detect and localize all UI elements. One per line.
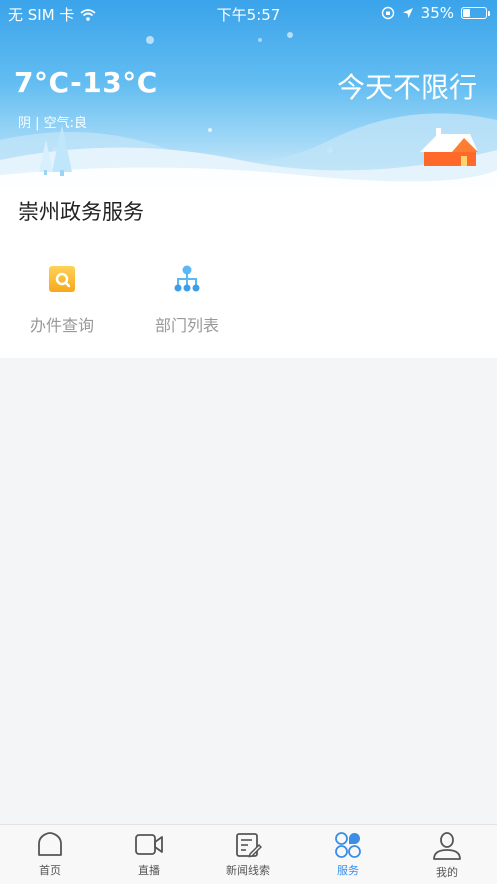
carrier-label: 无 SIM 卡 [8,6,75,24]
services-grid-icon [335,832,361,858]
video-camera-icon [135,834,163,855]
news-edit-icon [236,833,262,858]
wifi-icon [80,8,97,21]
org-chart-icon [174,265,200,292]
battery-percent: 35% [420,4,454,22]
temperature-range: 7°C-13°C [14,66,158,99]
tab-home[interactable]: 首页 [0,831,100,878]
tab-label: 首页 [39,864,61,877]
weather-condition: 阴 | 空气:良 [18,116,88,131]
tab-label: 服务 [337,864,359,877]
battery-icon [461,7,490,19]
user-icon [433,832,461,860]
tab-label: 新闻线索 [226,864,270,877]
tab-live[interactable]: 直播 [99,831,199,878]
tab-label: 我的 [436,866,458,879]
tab-label: 直播 [138,864,160,877]
location-arrow-icon [402,8,413,18]
service-item-case-query[interactable]: 办件查询 [12,264,112,336]
service-label: 办件查询 [29,316,94,335]
service-item-department-list[interactable]: 部门列表 [137,264,237,336]
section-title: 崇州政务服务 [18,200,144,224]
orientation-lock-icon [381,6,394,20]
search-document-icon [49,266,75,292]
weather-banner: 无 SIM 卡 下午5:57 35% 7°C-13°C 今天不限行 阴 | 空气… [0,0,497,186]
gov-services-card: 崇州政务服务 办件查询 部门列表 [0,186,497,358]
tab-news-tips[interactable]: 新闻线索 [198,831,298,878]
status-bar: 无 SIM 卡 下午5:57 35% [0,0,497,26]
traffic-restriction: 今天不限行 [336,71,477,104]
home-icon [38,832,62,856]
bottom-tab-bar: 首页 直播 新闻线索 服务 我的 [0,824,497,884]
service-label: 部门列表 [154,316,219,335]
tab-profile[interactable]: 我的 [397,831,497,880]
tab-services[interactable]: 服务 [298,831,398,878]
